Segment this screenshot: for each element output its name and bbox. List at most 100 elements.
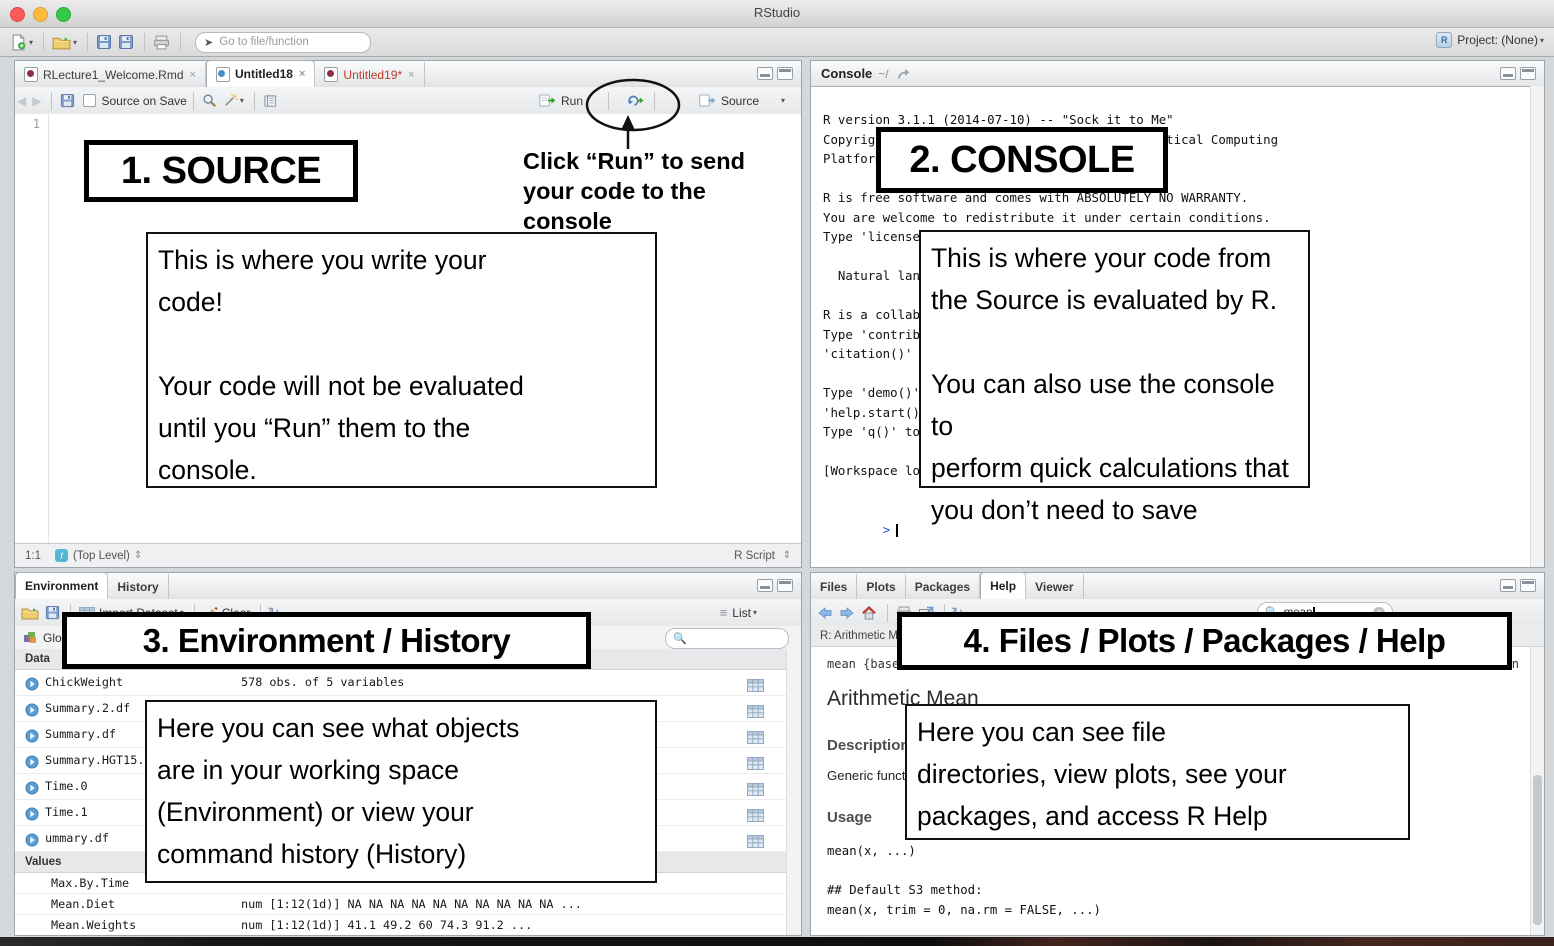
chevron-down-icon: ▾ [752,608,757,617]
minimize-pane-icon[interactable] [757,67,773,80]
object-name: ummary.df [45,831,109,845]
run-button[interactable]: Run [537,90,585,112]
object-row[interactable]: Mean.Diet num [1:12(1d)] NA NA NA NA NA N… [15,894,787,915]
editor-tab-1[interactable]: RLecture1_Welcome.Rmd × [15,62,206,87]
view-table-icon[interactable] [747,832,764,845]
divider [608,91,609,110]
goto-file-input[interactable]: ➤ Go to file/function [195,31,372,53]
annotation-source-note: This is where you write your code! Your … [146,232,657,488]
scope-selector[interactable]: (Top Level) [73,550,130,562]
maximize-pane-icon[interactable] [1520,67,1536,80]
source-on-save-checkbox[interactable] [83,94,97,107]
close-icon[interactable]: × [408,69,414,81]
scope-icon: f [55,549,68,562]
minimize-pane-icon[interactable] [1500,579,1516,592]
list-view-button[interactable]: ≡ List ▾ [718,602,759,624]
new-file-button[interactable]: ▾ [8,31,35,53]
divider [654,91,655,110]
environment-scrollbar[interactable] [786,649,801,935]
titlebar: RStudio [0,0,1554,28]
tab-files[interactable]: Files [811,574,858,599]
console-line: You are welcome to redistribute it under… [823,209,1271,225]
close-icon[interactable]: × [190,69,196,81]
view-table-icon[interactable] [747,780,764,793]
view-table-icon[interactable] [747,806,764,819]
code-tools-icon[interactable]: ▾ [221,90,246,112]
tab-environment[interactable]: Environment [15,572,109,600]
maximize-pane-icon[interactable] [1520,579,1536,592]
minimize-pane-icon[interactable] [1500,67,1516,80]
line-number: 1 [32,117,40,131]
data-object-icon [25,675,39,689]
console-path: ~/ [878,66,889,81]
forward-icon[interactable] [837,602,857,624]
annotation-help-note: Here you can see file directories, view … [905,704,1410,840]
tab-plots[interactable]: Plots [857,574,906,599]
project-menu-button[interactable]: R Project: (None) ▾ [1436,32,1544,48]
chevron-down-icon[interactable]: ▾ [781,96,785,105]
tab-packages[interactable]: Packages [906,574,981,599]
open-file-button[interactable]: ▾ [50,31,79,53]
scrollbar-thumb[interactable] [1533,775,1542,925]
save-workspace-icon[interactable] [43,602,62,624]
file-type-selector[interactable]: R Script [734,550,775,562]
view-table-icon[interactable] [747,702,764,715]
back-icon[interactable] [815,602,835,624]
save-button[interactable] [94,31,114,53]
open-workspace-icon[interactable] [19,602,41,624]
environment-search-input[interactable]: 🔍 [665,627,789,649]
file-type-icon [215,66,230,82]
chevron-down-icon: ▾ [1539,35,1544,45]
open-in-window-icon[interactable] [897,68,911,80]
object-row[interactable]: ChickWeight 578 obs. of 5 variables [15,670,787,696]
rerun-button[interactable] [625,90,647,112]
help-scrollbar[interactable] [1530,647,1544,935]
tab-help[interactable]: Help [980,572,1027,600]
text-cursor [896,523,898,537]
data-object-icon [25,753,39,767]
print-button[interactable] [151,31,172,53]
save-icon[interactable] [58,90,77,112]
annotation-environment-note: Here you can see what objects are in you… [145,700,657,883]
search-icon[interactable] [200,90,219,112]
data-object-icon [25,701,39,715]
r-project-icon: R [1436,32,1453,48]
main-toolbar: ▾ ▾ ➤ Go to file/function [0,28,1554,57]
home-icon[interactable] [859,602,879,624]
console-scrollbar[interactable] [1530,86,1544,567]
minimize-pane-icon[interactable] [757,579,773,592]
view-table-icon[interactable] [747,676,764,689]
close-icon[interactable]: × [299,68,305,80]
tab-history[interactable]: History [108,574,169,599]
chevron-down-icon: ▾ [239,96,244,105]
maximize-pane-icon[interactable] [777,579,793,592]
divider [51,91,53,110]
editor-tab-2[interactable]: Untitled18 × [205,60,316,88]
object-name: Summary.HGT15. [45,753,145,767]
data-object-icon [25,779,39,793]
object-value: num [1:12(1d)] 41.1 49.2 60 74.3 91.2 ..… [241,918,533,932]
object-value: num [1:12(1d)] NA NA NA NA NA NA NA NA N… [241,897,582,911]
save-all-button[interactable] [116,31,136,53]
view-table-icon[interactable] [747,728,764,741]
rstudio-window: RStudio ▾ ▾ ➤ Go to file/function R Proj… [0,0,1554,946]
view-table-icon[interactable] [747,754,764,767]
editor-tab-3[interactable]: Untitled19* × [315,62,425,87]
file-dot [26,70,34,77]
back-icon[interactable]: ◀ [15,90,28,112]
object-row[interactable]: Mean.Weights num [1:12(1d)] 41.1 49.2 60 … [15,915,787,935]
tab-viewer[interactable]: Viewer [1026,574,1084,599]
divider [43,33,45,51]
goto-arrow-icon: ➤ [204,36,214,49]
pane-buttons [757,579,793,592]
compile-notebook-icon[interactable] [261,90,280,112]
source-button[interactable]: Source [697,90,761,112]
divider [253,91,255,110]
console-prompt: > [882,521,891,537]
file-dot [218,69,226,77]
help-tabbar: Files Plots Packages Help Viewer [811,572,1544,600]
source-tabbar: RLecture1_Welcome.Rmd × Untitled18 × Untitle… [15,60,801,88]
maximize-pane-icon[interactable] [777,67,793,80]
forward-icon[interactable]: ▶ [30,90,43,112]
object-name: Mean.Weights [51,918,137,932]
